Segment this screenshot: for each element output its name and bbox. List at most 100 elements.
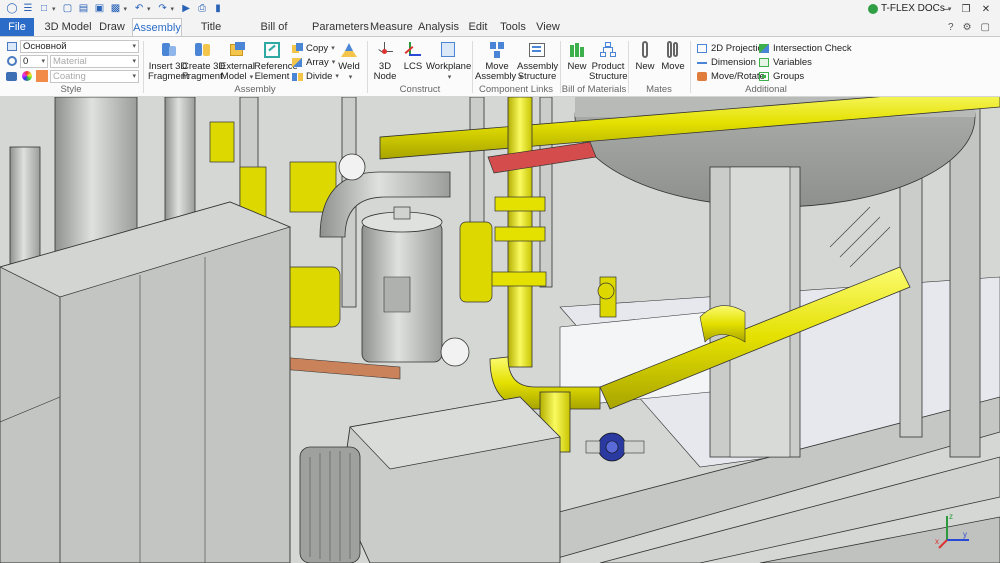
assembly-group: Insert 3D Fragment Create 3D Fragment Ex… — [144, 37, 366, 97]
copy-icon — [292, 42, 303, 54]
style-group: Основной ▾ 0 ▾ Material ▾ Coating ▾ Style — [0, 37, 142, 97]
restore-button[interactable]: ❐ — [956, 4, 976, 15]
create-3d-fragment-button[interactable]: Create 3D Fragment — [182, 40, 225, 82]
node-icon — [376, 41, 394, 59]
open-icon[interactable]: ▢ — [62, 3, 74, 15]
tflex-docs-logo-icon — [868, 3, 878, 14]
tab-measure[interactable]: Measure — [370, 18, 413, 36]
2d-projection-button[interactable]: 2D Projection — [697, 41, 768, 55]
dimension-button[interactable]: Dimension▾ — [697, 55, 762, 69]
weld-button[interactable]: Weld ▾ — [336, 40, 362, 83]
bom-new-icon — [568, 41, 586, 59]
divide-icon — [292, 71, 303, 82]
tab-bar-tools: ? ⚙ ▢ — [939, 18, 990, 36]
axis-triad: z y x — [935, 512, 969, 549]
assembly-structure-button[interactable]: Assembly Structure — [517, 40, 558, 82]
reference-element-icon — [263, 41, 281, 59]
divide-button[interactable]: Divide ▾ — [292, 69, 339, 83]
tab-edit[interactable]: Edit — [464, 18, 492, 36]
mates-group-label: Mates — [646, 84, 672, 95]
new-icon[interactable]: □ — [38, 3, 50, 15]
menu-icon[interactable]: ☰ — [22, 3, 34, 15]
variables-icon — [759, 57, 770, 68]
window-icon[interactable]: ▢ — [981, 22, 990, 33]
color-wheel-icon[interactable] — [22, 71, 32, 81]
app-icon[interactable]: ◯ — [6, 3, 18, 15]
paint-icon — [6, 72, 17, 81]
tab-view[interactable]: View — [534, 18, 562, 36]
bom-new-button[interactable]: New — [563, 40, 591, 72]
move-rotate-button[interactable]: Move/Rotate — [697, 69, 765, 83]
3d-node-button[interactable]: 3D Node — [370, 40, 400, 82]
weld-icon — [340, 41, 358, 59]
construct-group: 3D Node LCS Workplane ▾ Construct — [368, 37, 472, 97]
axis-z-label: z — [949, 512, 953, 521]
assembly-structure-icon — [528, 41, 546, 59]
array-button[interactable]: Array ▾ — [292, 55, 335, 69]
additional-group-label: Additional — [745, 84, 787, 95]
variables-button[interactable]: Variables — [759, 55, 812, 69]
workplane-icon — [439, 41, 457, 59]
ribbon: Основной ▾ 0 ▾ Material ▾ Coating ▾ Style In… — [0, 36, 1000, 97]
insert-fragment-icon — [159, 41, 177, 59]
tab-title-block[interactable]: Title Block — [186, 18, 236, 51]
axis-x-label: x — [935, 537, 939, 546]
tab-3d-model[interactable]: 3D Model — [44, 18, 92, 36]
window-icon[interactable]: ▣ — [94, 3, 106, 15]
projection-icon — [697, 43, 708, 54]
assembly-scene — [0, 97, 1000, 563]
tab-draw[interactable]: Draw — [96, 18, 128, 36]
tab-tools[interactable]: Tools — [498, 18, 528, 36]
mates-move-button[interactable]: Move — [659, 40, 687, 72]
document-icon[interactable]: ▮ — [212, 3, 224, 15]
print-icon[interactable]: ⎙ — [196, 3, 208, 15]
export-icon[interactable]: ▶ — [180, 3, 192, 15]
bom-group: New Product Structure Bill of Materials — [561, 37, 628, 97]
save-icon[interactable]: ▩ — [110, 3, 122, 15]
tab-parameters[interactable]: Parameters — [312, 18, 369, 36]
layer-icon — [7, 42, 17, 51]
3d-viewport[interactable]: z y x — [0, 97, 1000, 563]
color-swatch[interactable] — [36, 70, 48, 82]
quick-access-toolbar: ◯ ☰ □ ▾ ▢ ▤ ▣ ▩ ▾ ↶ ▾ ↷ ▾ ▶ ⎙ ▮ — [0, 0, 1000, 18]
coating-combo[interactable]: Coating ▾ — [50, 70, 139, 83]
redo-icon[interactable]: ↷ — [157, 3, 169, 15]
lcs-icon — [404, 41, 422, 59]
settings-icon[interactable]: ⚙ — [963, 22, 972, 33]
product-structure-icon — [599, 41, 617, 59]
intersection-check-icon — [759, 43, 770, 54]
move-assembly-button[interactable]: Move Assembly ▾ — [475, 40, 523, 83]
tab-bill-of-materials[interactable]: Bill of Materials — [240, 18, 308, 51]
tab-analysis[interactable]: Analysis — [418, 18, 459, 36]
product-structure-button[interactable]: Product Structure — [589, 40, 628, 82]
bom-group-label: Bill of Materials — [561, 84, 627, 95]
minimize-button[interactable]: – — [936, 4, 956, 15]
level-combo[interactable]: 0 ▾ — [20, 55, 48, 68]
help-icon[interactable]: ? — [948, 22, 954, 33]
close-button[interactable]: ✕ — [976, 4, 996, 15]
level-icon — [7, 56, 17, 66]
undo-icon[interactable]: ↶ — [133, 3, 145, 15]
move-assembly-icon — [488, 41, 506, 59]
external-model-button[interactable]: External Model ▾ — [220, 40, 255, 83]
axis-y-label: y — [963, 530, 967, 539]
layer-combo[interactable]: Основной ▾ — [20, 40, 139, 53]
component-links-group-label: Component Links — [479, 84, 553, 95]
intersection-check-button[interactable]: Intersection Check — [759, 41, 852, 55]
copy-button[interactable]: Copy ▾ — [292, 41, 335, 55]
additional-group: 2D Projection Dimension▾ Move/Rotate Int… — [691, 37, 852, 97]
tab-assembly[interactable]: Assembly — [132, 18, 182, 37]
workplane-button[interactable]: Workplane ▾ — [426, 40, 471, 83]
mates-move-icon — [664, 41, 682, 59]
groups-button[interactable]: Groups — [759, 69, 804, 83]
move-rotate-icon — [697, 71, 708, 82]
lcs-button[interactable]: LCS — [400, 40, 426, 72]
mates-new-icon — [636, 41, 654, 59]
material-combo[interactable]: Material ▾ — [50, 55, 139, 68]
reference-element-button[interactable]: Reference Element — [254, 40, 298, 82]
groups-icon — [759, 71, 770, 82]
template-icon[interactable]: ▤ — [78, 3, 90, 15]
mates-new-button[interactable]: New — [631, 40, 659, 72]
mates-group: New Move Mates — [629, 37, 689, 97]
tab-file[interactable]: File — [0, 18, 34, 36]
